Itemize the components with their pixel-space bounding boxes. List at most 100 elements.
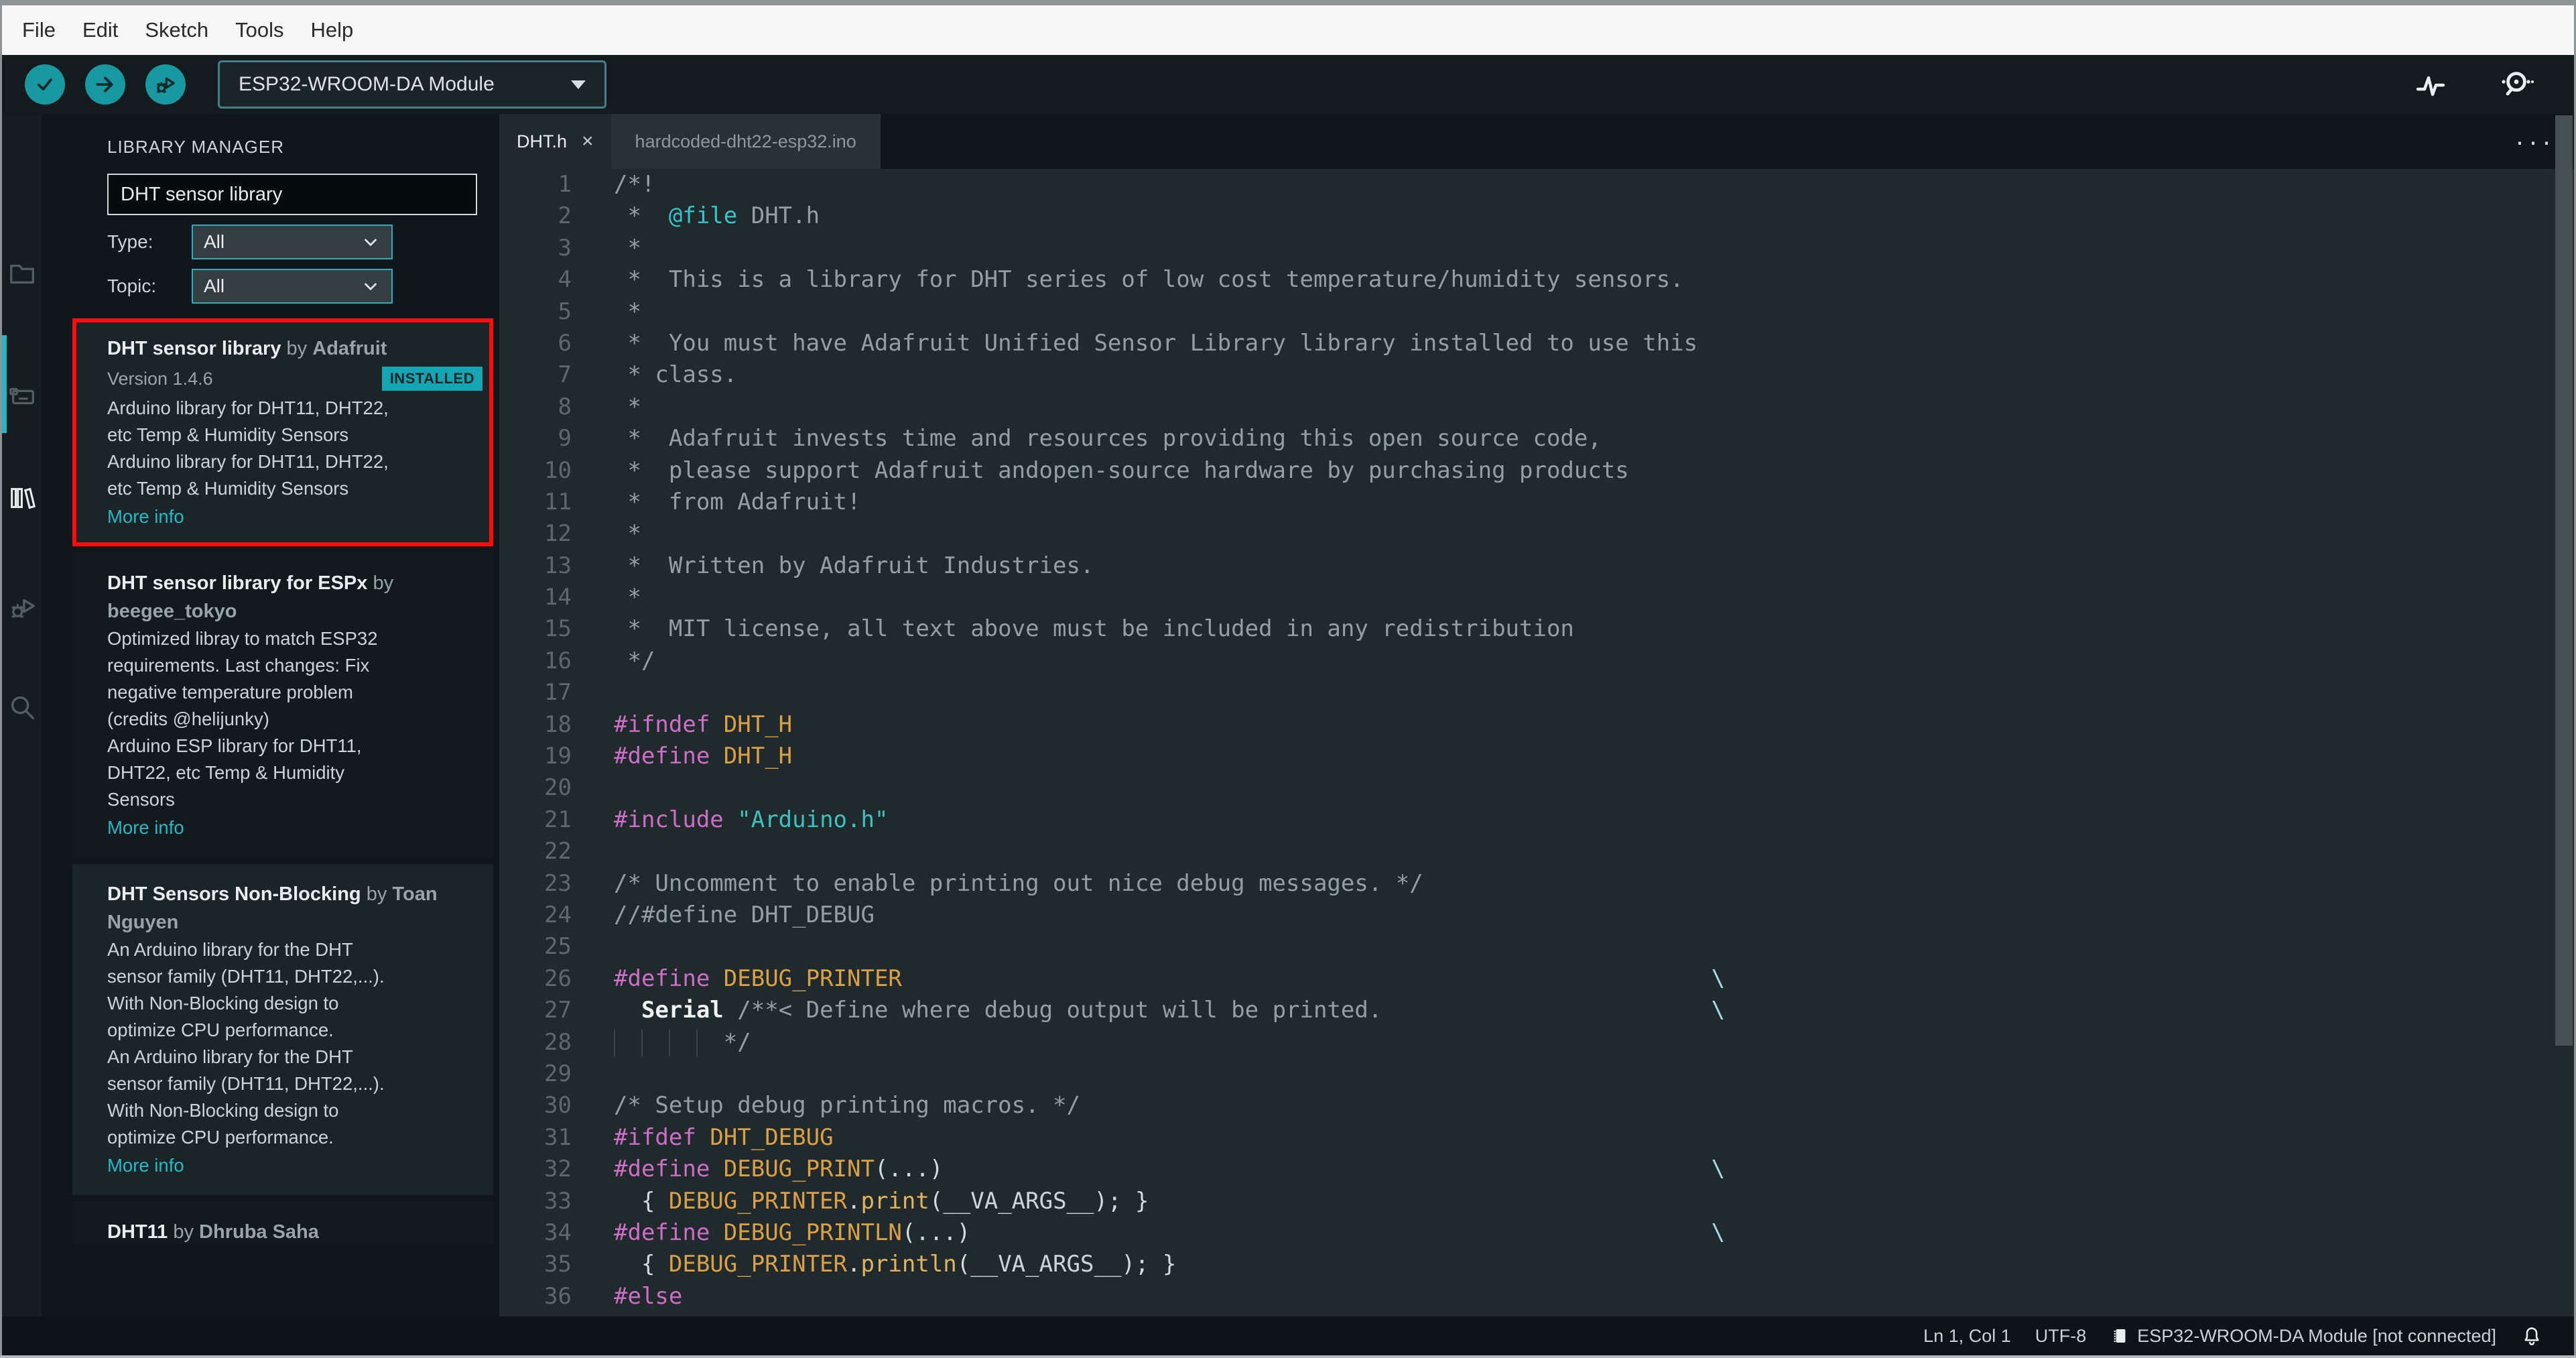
more-info-link[interactable]: More info [107,1152,184,1179]
debug-icon [11,599,35,618]
code-line: 36 #else [499,1281,2574,1312]
window-border-bottom [0,1355,2576,1358]
start-debug-button[interactable] [145,64,186,105]
library-item-description-line: DHT22, etc Temp & Humidity [107,762,345,783]
menu-item-help[interactable]: Help [298,18,367,42]
line-number: 8 [558,393,572,420]
code-line: 9 * Adafruit invests time and resources … [499,423,2574,454]
filter-select[interactable]: All [192,269,393,304]
code-line: 21 #include "Arduino.h" [499,804,2574,836]
library-item-title: DHT Sensors Non-Blocking by Toan Nguyen [107,883,438,933]
code-editor[interactable]: 1/*! 2 * @file DHT.h 3 * 4 * This is a libr… [499,169,2574,1316]
line-number: 11 [544,488,572,515]
library-item-description-line: etc Temp & Humidity Sensors [107,424,349,445]
library-item[interactable]: DHT Sensors Non-Blocking by Toan Nguyen A… [72,864,493,1195]
library-list: DHT sensor library by Adafruit Version 1.… [42,318,499,1243]
line-number: 19 [544,743,572,770]
code-line: 5 * [499,296,2574,328]
line-number: 31 [544,1123,572,1151]
library-item-description-line: sensor family (DHT11, DHT22,...). [107,966,385,987]
sidebar-item-boards-manager[interactable] [2,363,42,428]
code-line: 1/*! [499,169,2574,200]
serial-monitor-icon[interactable] [2499,67,2534,102]
indent-guide [614,1030,641,1057]
code-line: 26 #define DEBUG_PRINTER \ [499,963,2574,995]
line-number: 1 [558,171,572,198]
verify-button[interactable] [25,64,65,105]
library-item-description-line: (credits @helijunky) [107,708,269,729]
line-number: 28 [544,1028,572,1056]
menu-bar: File Edit Sketch Tools Help [2,5,2574,55]
serial-plotter-icon[interactable] [2414,68,2447,101]
upload-button[interactable] [85,64,125,105]
code-line: 34 #define DEBUG_PRINTLN(...) \ [499,1217,2574,1249]
code-line: 6 * You must have Adafruit Unified Senso… [499,328,2574,359]
menu-item-tools[interactable]: Tools [222,18,297,42]
editor-area: DHT.h × hardcoded-dht22-esp32.ino ··· 1/*!… [499,114,2574,1316]
editor-tab-hardcoded-dht22-esp32.ino[interactable]: hardcoded-dht22-esp32.ino [610,114,881,169]
editor-tab-DHT.h[interactable]: DHT.h × [499,114,611,169]
line-number: 15 [544,615,572,643]
code-line: 13 * Written by Adafruit Industries. [499,550,2574,582]
code-line: 11 * from Adafruit! [499,487,2574,518]
filter-value: All [204,275,225,296]
line-number: 9 [558,425,572,452]
line-number: 12 [544,520,572,548]
filter-select[interactable]: All [192,225,393,259]
library-item-description-line: Arduino library for DHT11, DHT22, [107,451,389,472]
code-line: 29 [499,1058,2574,1090]
code-line: 3 * [499,233,2574,264]
board-selector[interactable]: ESP32-WROOM-DA Module [218,60,606,109]
menu-item-file[interactable]: File [9,18,69,42]
library-item[interactable]: DHT11 by Dhruba SahaThis library provide… [72,1202,493,1243]
line-number: 33 [544,1187,572,1215]
code-line: 35 { DEBUG_PRINTER.println(__VA_ARGS__);… [499,1249,2574,1280]
line-number: 23 [544,869,572,897]
library-item-description-line: requirements. Last changes: Fix [107,655,370,676]
notifications-bell-icon[interactable] [2520,1324,2543,1347]
toolbar: ESP32-WROOM-DA Module [2,55,2574,114]
library-item-description-line: With Non-Blocking design to [107,993,339,1013]
library-item-description-line: etc Temp & Humidity Sensors [107,478,349,499]
line-number: 34 [544,1219,572,1246]
library-item-description-line: sensor family (DHT11, DHT22,...). [107,1073,385,1094]
filter-label: Type: [107,231,153,252]
more-actions-button[interactable]: ··· [2515,114,2555,169]
search-icon [11,696,34,720]
line-number: 29 [544,1060,572,1087]
boards-manager-icon [9,387,34,405]
menu-item-edit[interactable]: Edit [69,18,131,42]
line-number: 13 [544,552,572,579]
line-number: 21 [544,806,572,833]
dropdown-triangle-icon [571,80,586,89]
editor-scrollbar[interactable] [2555,115,2573,1046]
filter-value: All [204,231,225,252]
library-item[interactable]: DHT sensor library by Adafruit Version 1.… [72,318,493,546]
menu-item-sketch[interactable]: Sketch [131,18,222,42]
line-number: 4 [558,266,572,294]
more-info-link[interactable]: More info [107,503,184,530]
code-line: 14 * [499,582,2574,613]
code-line: 19 #define DHT_H [499,741,2574,772]
library-search-input[interactable] [121,183,464,206]
line-number: 22 [544,838,572,865]
filter-row-topic: Topic: All [107,269,499,304]
status-bar: Ln 1, Col 1 UTF-8 ESP32-WROOM-DA Module … [2,1316,2574,1355]
line-number: 2 [558,202,572,230]
sidebar-item-search[interactable] [2,676,42,740]
more-info-link[interactable]: More info [107,814,184,841]
sidebar-item-debug[interactable] [2,575,42,639]
library-item[interactable]: DHT sensor library for ESPx by beegee_to… [72,553,493,857]
board-status-label: ESP32-WROOM-DA Module [not connected] [2137,1325,2496,1346]
line-number: 5 [558,298,572,325]
sidebar-item-sketchbook[interactable] [2,241,42,306]
code-line: 25 [499,931,2574,963]
code-line: 2 * @file DHT.h [499,200,2574,232]
tab-close-icon[interactable]: × [582,130,594,153]
sidebar-item-library-manager[interactable] [2,466,42,530]
code-line: 12 * [499,518,2574,550]
line-number: 30 [544,1092,572,1119]
line-number: 16 [544,647,572,674]
line-number: 20 [544,774,572,802]
code-line: 15 * MIT license, all text above must be… [499,613,2574,645]
